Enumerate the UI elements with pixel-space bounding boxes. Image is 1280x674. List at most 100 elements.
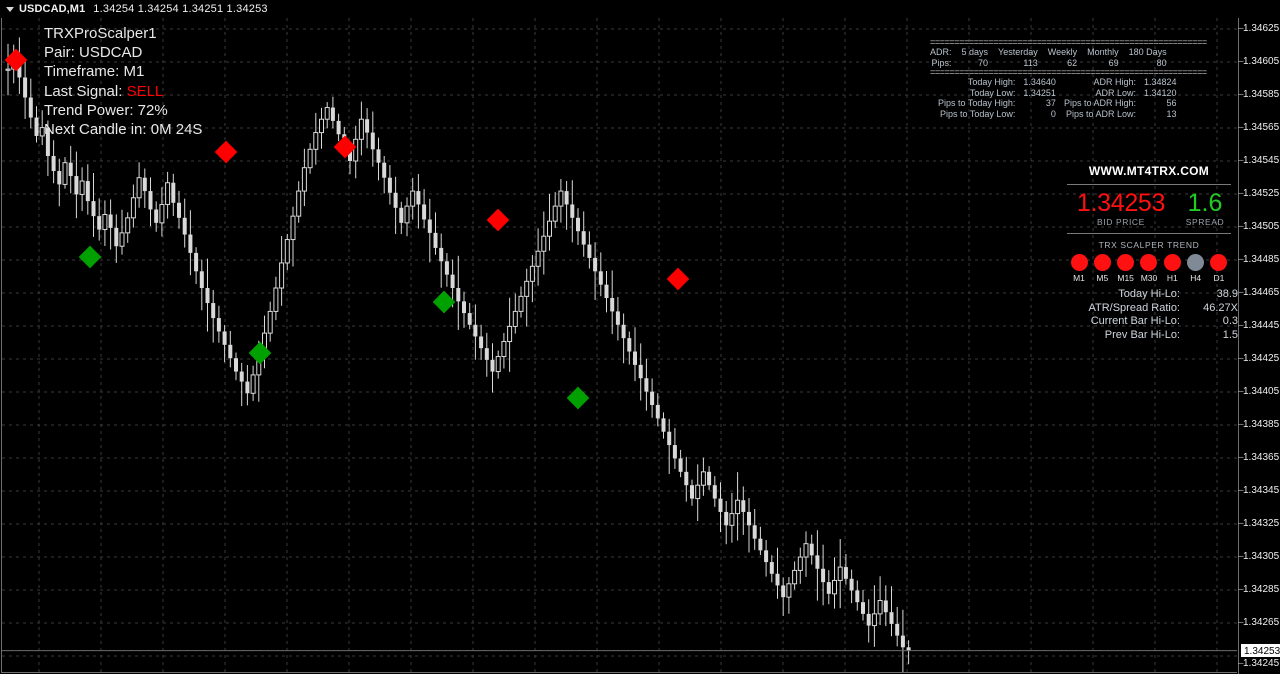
adr-pips-1: 113 <box>1023 57 1038 68</box>
price-tick: –1.34245 <box>1238 658 1279 670</box>
chart-title-bar: USDCAD,M1 1.34254 1.34254 1.34251 1.3425… <box>0 0 1280 18</box>
price-tick: –1.34605 <box>1238 56 1279 68</box>
caret-down-icon[interactable] <box>6 6 14 12</box>
trend-state-icon <box>1210 254 1228 271</box>
adr-col-0: 5 days <box>961 47 989 57</box>
adr-row-label: ADR: <box>930 47 952 57</box>
price-tick: –1.34265 <box>1238 617 1279 629</box>
price-tick-label: 1.34625 <box>1243 23 1280 34</box>
adr-detail-label-0: Today High: <box>967 77 1016 87</box>
stat-value-3: 1.5 <box>1222 328 1238 341</box>
ea-info-panel: TRXProScalper1 Pair: USDCAD Timeframe: M… <box>44 24 202 139</box>
stat-label-3: Prev Bar Hi-Lo: <box>1104 328 1180 341</box>
price-tick: –1.34325 <box>1238 518 1279 530</box>
trend-state-icon <box>1093 254 1111 271</box>
price-tick: –1.34285 <box>1238 584 1279 596</box>
trend-dot-m30: M30 <box>1139 254 1159 284</box>
trend-dot-m15: M15 <box>1116 254 1136 284</box>
trend-title: TRX SCALPER TREND <box>1098 240 1200 250</box>
price-tick-label: 1.34565 <box>1243 122 1280 133</box>
adr-detail-value2-3: 13 <box>1166 108 1177 119</box>
trend-state-icon <box>1117 254 1135 271</box>
ea-name: TRXProScalper1 <box>44 25 157 42</box>
adr-col-2: Weekly <box>1047 47 1078 57</box>
trend-dot-label: M30 <box>1140 273 1158 283</box>
price-tick: –1.34585 <box>1238 89 1279 101</box>
trend-dot-label: H4 <box>1190 273 1202 283</box>
price-tick: –1.34505 <box>1238 221 1279 233</box>
mt4-chart-window: USDCAD,M1 1.34254 1.34254 1.34251 1.3425… <box>0 0 1280 674</box>
table-row: ATR/Spread Ratio: 46.27X <box>1060 302 1238 316</box>
price-tick: –1.34465 <box>1238 287 1279 299</box>
bid-price-caption: BID PRICE <box>1097 217 1145 227</box>
trend-dot-label: M15 <box>1117 273 1134 283</box>
ea-trend-power: Trend Power: 72% <box>44 101 168 119</box>
adr-detail-label2-3: Pips to ADR Low: <box>1065 108 1136 119</box>
table-row: Today High: 1.34640 ADR High: 1.34824 <box>930 77 1177 88</box>
price-tick-label: 1.34425 <box>1243 353 1280 364</box>
current-price-label: 1.34253 <box>1241 644 1280 657</box>
divider <box>1067 184 1231 185</box>
spread-block: 1.6 SPREAD <box>1177 190 1233 228</box>
ea-next-candle: Next Candle in: 0M 24S <box>44 120 203 138</box>
stat-label-2: Current Bar Hi-Lo: <box>1090 315 1180 328</box>
stats-panel: Today Hi-Lo: 38.9 ATR/Spread Ratio: 46.2… <box>1060 288 1238 342</box>
adr-detail-label-2: Pips to Today High: <box>938 98 1016 108</box>
trend-state-icon <box>1070 254 1088 271</box>
buy-signal-icon <box>248 341 272 365</box>
trend-dot-label: M1 <box>1073 273 1085 283</box>
adr-pips-0: 70 <box>978 57 989 68</box>
stat-value-0: 38.9 <box>1216 288 1238 300</box>
adr-detail-value-0: 1.34640 <box>1023 77 1056 87</box>
bid-price-block: 1.34253 BID PRICE <box>1065 190 1177 228</box>
table-row: Today Hi-Lo: 38.9 <box>1060 288 1238 302</box>
buy-signal-icon <box>432 290 456 314</box>
price-tick: –1.34525 <box>1238 188 1279 200</box>
price-tick-label: 1.34385 <box>1243 419 1280 430</box>
table-row: Prev Bar Hi-Lo: 1.5 <box>1060 329 1238 343</box>
price-tick: –1.34425 <box>1238 353 1279 365</box>
price-tick-label: 1.34585 <box>1243 89 1280 100</box>
sell-signal-icon <box>666 267 690 291</box>
trend-dot-label: D1 <box>1213 273 1225 283</box>
sell-signal-icon <box>333 135 357 159</box>
price-tick-label: 1.34325 <box>1243 518 1280 529</box>
adr-separator-top: ========================================… <box>930 38 1207 47</box>
sell-signal-icon <box>214 140 238 164</box>
price-tick-label: 1.34505 <box>1243 221 1280 232</box>
trend-dot-label: M5 <box>1096 273 1109 283</box>
adr-detail-label2-0: ADR High: <box>1093 77 1136 87</box>
table-row: Today Low: 1.34251 ADR Low: 1.34120 <box>930 88 1177 99</box>
adr-detail-label2-1: ADR Low: <box>1095 87 1136 98</box>
ea-last-signal-label: Last Signal: <box>44 82 123 100</box>
adr-detail-value2-2: 56 <box>1166 98 1177 108</box>
trend-state-icon <box>1187 254 1205 271</box>
adr-detail-value-3: 0 <box>1050 108 1056 119</box>
price-tick-label: 1.34525 <box>1243 188 1280 199</box>
adr-pips-2: 62 <box>1067 57 1078 68</box>
quote-row: 1.34253 BID PRICE 1.6 SPREAD <box>1063 190 1235 228</box>
adr-detail-label2-2: Pips to ADR High: <box>1063 98 1136 108</box>
trend-state-icon <box>1163 254 1181 271</box>
price-tick: –1.34305 <box>1238 551 1279 563</box>
trx-brand-link[interactable]: WWW.MT4TRX.COM <box>1063 163 1235 179</box>
price-tick-label: 1.34545 <box>1243 155 1280 166</box>
price-tick: –1.34385 <box>1238 419 1279 431</box>
trend-dot-d1: D1 <box>1209 254 1229 284</box>
price-axis-line <box>1238 18 1239 674</box>
trend-dot-label: H1 <box>1166 273 1178 283</box>
ohlc-values: 1.34254 1.34254 1.34251 1.34253 <box>93 3 268 15</box>
price-tick: –1.34565 <box>1238 122 1279 134</box>
price-tick-label: 1.34405 <box>1243 386 1280 397</box>
stats-table: Today Hi-Lo: 38.9 ATR/Spread Ratio: 46.2… <box>1060 288 1238 342</box>
trend-dot-m5: M5 <box>1092 254 1112 284</box>
stat-value-1: 46.27X <box>1203 301 1238 314</box>
adr-col-1: Yesterday <box>998 47 1038 57</box>
price-tick-label: 1.34365 <box>1243 452 1280 463</box>
adr-table: ADR: 5 days Yesterday Weekly Monthly 180… <box>930 47 1167 68</box>
price-tick-label: 1.34245 <box>1243 658 1280 669</box>
bid-price-value: 1.34253 <box>1076 189 1166 217</box>
stat-label-0: Today Hi-Lo: <box>1118 288 1180 300</box>
price-scale[interactable]: –1.34625 –1.34605 –1.34585 –1.34565 –1.34545… <box>1238 0 1280 674</box>
divider <box>1067 233 1231 234</box>
